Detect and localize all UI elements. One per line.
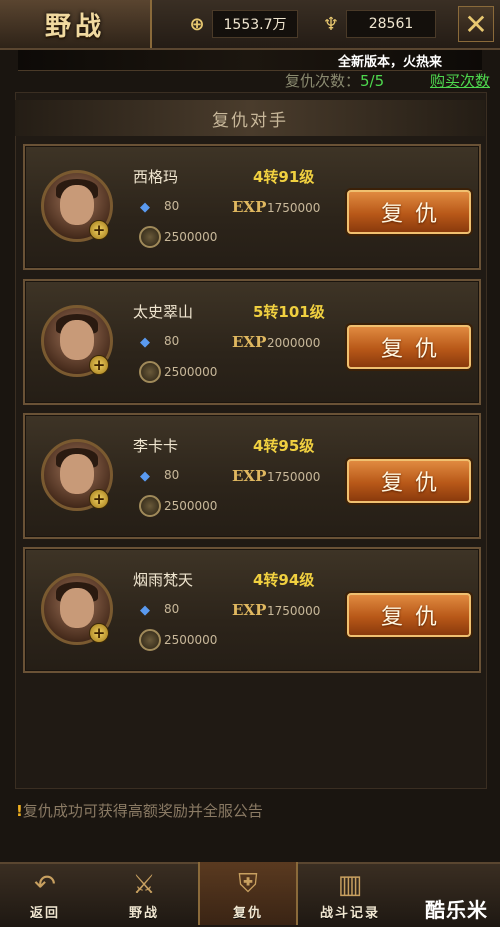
panel-title: 复仇对手: [15, 100, 485, 136]
exp-label: EXP: [232, 198, 267, 216]
coin-value: 2500000: [164, 499, 218, 513]
exp-label: EXP: [232, 333, 267, 351]
gem-icon: ◆: [140, 335, 150, 350]
crossed-swords-icon: ⚔: [132, 870, 156, 900]
add-friend-icon[interactable]: +: [89, 220, 109, 240]
gold-value: 1553.7万: [212, 10, 298, 38]
title-plate: 野战: [0, 0, 152, 48]
exp-label: EXP: [232, 467, 267, 485]
gold-plus-icon[interactable]: ⊕: [182, 12, 212, 36]
exp-value: 1750000: [267, 604, 321, 618]
opponent-level: 4转94级: [253, 571, 315, 589]
nav-revenge[interactable]: ⛨ 复仇: [198, 862, 298, 925]
add-friend-icon[interactable]: +: [89, 355, 109, 375]
opponent-level: 5转101级: [253, 303, 325, 321]
opponent-card: + 太史翠山 5转101级 ◆ 80 EXP 2000000 2500000 复…: [23, 279, 481, 405]
gold-resource: ⊕ 1553.7万: [182, 10, 298, 38]
ingot-icon: ♆: [322, 13, 340, 35]
revenge-button[interactable]: 复仇: [347, 459, 471, 503]
nav-back[interactable]: ↶ 返回: [10, 862, 80, 925]
close-button[interactable]: ✕: [458, 6, 494, 42]
add-friend-icon[interactable]: +: [89, 489, 109, 509]
gem-icon: ◆: [140, 469, 150, 484]
nav-back-label: 返回: [29, 906, 60, 921]
revenge-count-value: 5/5: [360, 72, 385, 90]
opponent-name: 烟雨梵天: [133, 571, 194, 589]
stat-value: 80: [164, 602, 180, 616]
ingot-resource: ♆ 28561: [316, 10, 436, 38]
nav-revenge-label: 复仇: [232, 906, 263, 921]
stat-value: 80: [164, 199, 180, 213]
book-icon: ▥: [337, 870, 363, 900]
stat-value: 80: [164, 334, 180, 348]
gem-icon: ◆: [140, 200, 150, 215]
coin-value: 2500000: [164, 365, 218, 379]
opponent-name: 西格玛: [133, 168, 179, 186]
page-title: 野战: [44, 11, 105, 42]
opponent-card: + 李卡卡 4转95级 ◆ 80 EXP 1750000 2500000 复仇: [23, 413, 481, 539]
stat-value: 80: [164, 468, 180, 482]
gem-icon: ◆: [140, 603, 150, 618]
back-arrow-icon: ↶: [34, 870, 56, 900]
exp-value: 1750000: [267, 470, 321, 484]
opponent-card: + 西格玛 4转91级 ◆ 80 EXP 1750000 2500000 复仇: [23, 144, 481, 270]
coin-value: 2500000: [164, 633, 218, 647]
revenge-shield-icon: ⛨: [238, 869, 258, 899]
opponent-level: 4转91级: [253, 168, 315, 186]
opponent-name: 太史翠山: [133, 303, 194, 321]
nav-battle-log[interactable]: ▥ 战斗记录: [302, 862, 398, 925]
nav-battle-log-label: 战斗记录: [319, 906, 380, 921]
opponent-name: 李卡卡: [133, 437, 179, 455]
watermark: 酷乐米: [425, 898, 488, 922]
coin-icon: [139, 629, 161, 651]
warning-icon: !: [16, 802, 23, 820]
announcement-marquee: 全新版本，火热来: [18, 50, 482, 71]
notice-text: 复仇成功可获得高额奖励并全服公告: [22, 802, 263, 820]
exp-value: 2000000: [267, 336, 321, 350]
revenge-button[interactable]: 复仇: [347, 190, 471, 234]
opponent-card: + 烟雨梵天 4转94级 ◆ 80 EXP 1750000 2500000 复仇: [23, 547, 481, 673]
revenge-count: 复仇次数：5/5: [285, 70, 384, 91]
close-icon: ✕: [464, 7, 488, 41]
coin-icon: [139, 495, 161, 517]
revenge-button[interactable]: 复仇: [347, 325, 471, 369]
revenge-count-label: 复仇次数：: [285, 72, 361, 90]
coin-icon: [139, 226, 161, 248]
buy-count-link[interactable]: 购买次数: [430, 70, 490, 91]
notice: !复仇成功可获得高额奖励并全服公告: [16, 800, 263, 821]
coin-value: 2500000: [164, 230, 218, 244]
nav-field-battle[interactable]: ⚔ 野战: [96, 862, 192, 925]
coin-icon: [139, 361, 161, 383]
marquee-text: 全新版本，火热来: [337, 55, 442, 70]
exp-value: 1750000: [267, 201, 321, 215]
ingot-value: 28561: [346, 10, 436, 38]
revenge-button[interactable]: 复仇: [347, 593, 471, 637]
exp-label: EXP: [232, 601, 267, 619]
add-friend-icon[interactable]: +: [89, 623, 109, 643]
opponent-level: 4转95级: [253, 437, 315, 455]
nav-field-battle-label: 野战: [128, 906, 159, 921]
